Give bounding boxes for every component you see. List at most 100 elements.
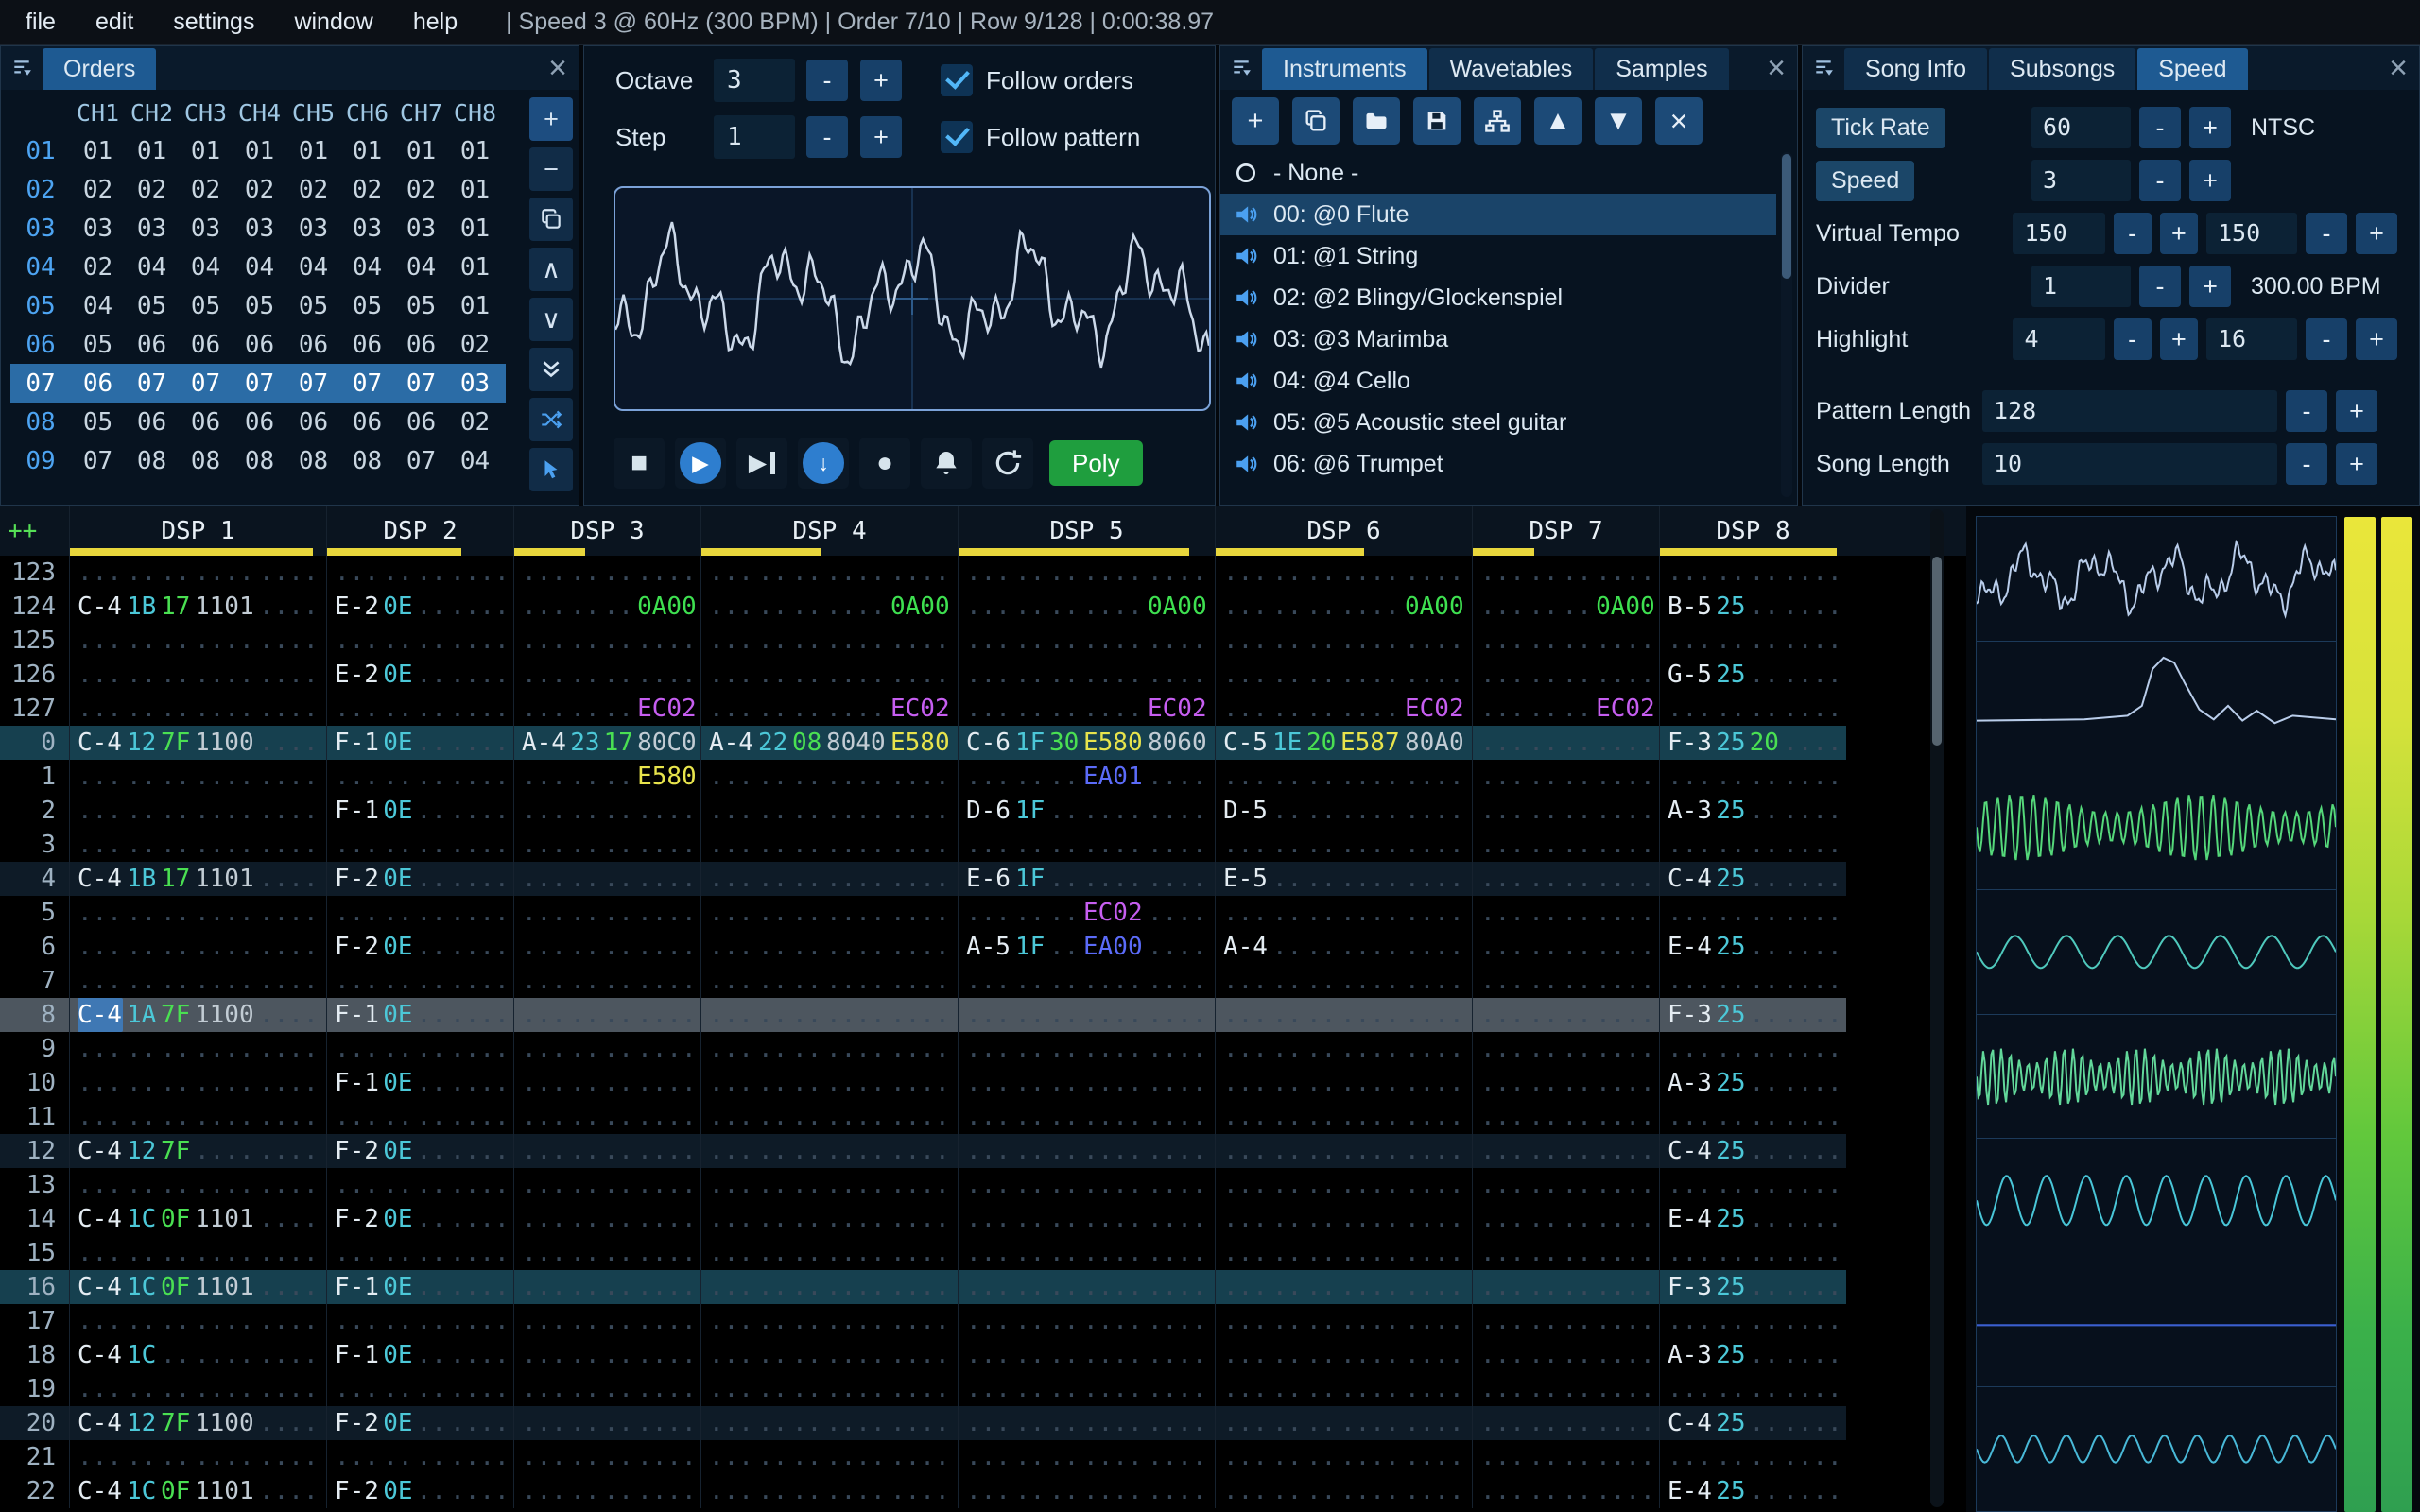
virtual-tempo-den-increase-button[interactable]: + (2356, 213, 2397, 254)
pattern-cell[interactable]: ........... (326, 1168, 513, 1202)
order-cell[interactable]: 04 (125, 253, 179, 282)
window-menu-icon[interactable] (1, 46, 43, 90)
pattern-cell[interactable]: ............... (700, 1406, 958, 1440)
pattern-cell[interactable]: C-4 1A 7F 1100.... (69, 998, 326, 1032)
order-cell[interactable]: 06 (394, 331, 448, 359)
pattern-cell[interactable]: ........... (1472, 930, 1659, 964)
pattern-cell[interactable]: ............... (1215, 1066, 1472, 1100)
order-cell[interactable]: 02 (71, 176, 125, 204)
highlight-minor-input[interactable]: 4 (2013, 318, 2105, 360)
pattern-cell[interactable]: ........... (1472, 1100, 1659, 1134)
pattern-cell[interactable]: ............... (1215, 658, 1472, 692)
pattern-cell[interactable]: A-3 25...... (1659, 794, 1846, 828)
pattern-cell[interactable]: A-3 25...... (1659, 1066, 1846, 1100)
pattern-cell[interactable]: ............... (700, 862, 958, 896)
pattern-cell[interactable]: ............... (1215, 760, 1472, 794)
pattern-cell[interactable]: ........... (513, 624, 700, 658)
pattern-cell[interactable]: ............... (69, 1032, 326, 1066)
pattern-cell[interactable]: ....... 0A00 (513, 590, 700, 624)
order-cell[interactable]: 03 (125, 215, 179, 243)
pattern-cell[interactable]: ........... (326, 1032, 513, 1066)
pattern-cell[interactable]: E-6 1F.......... (958, 862, 1215, 896)
order-cell[interactable]: 03 (179, 215, 233, 243)
pattern-cell[interactable]: ........... (1472, 1474, 1659, 1508)
pattern-cell[interactable]: ............... (700, 1202, 958, 1236)
pattern-cell[interactable]: ............... (700, 1032, 958, 1066)
pattern-cell[interactable]: ........... (1472, 1406, 1659, 1440)
pattern-cell[interactable]: D-6 1F.......... (958, 794, 1215, 828)
order-cell[interactable]: 06 (340, 331, 394, 359)
pattern-cell[interactable]: ............... (958, 964, 1215, 998)
pattern-cell[interactable]: ............... (69, 964, 326, 998)
order-cell[interactable]: 03 (448, 369, 502, 398)
channel-header-8[interactable]: DSP 8 (1659, 506, 1846, 556)
pattern-cell[interactable]: ........... EC02 (700, 692, 958, 726)
order-cell[interactable]: 01 (448, 292, 502, 320)
pattern-cell[interactable]: ........... (1659, 828, 1846, 862)
order-change-mode-button[interactable] (529, 398, 573, 441)
pattern-cell[interactable]: ........... (513, 1032, 700, 1066)
tick-rate-input[interactable]: 60 (2031, 107, 2131, 148)
pattern-cell[interactable]: F-2 0E...... (326, 1474, 513, 1508)
virtual-tempo-num-increase-button[interactable]: + (2159, 213, 2198, 254)
order-cell[interactable]: 01 (71, 137, 125, 165)
order-cell[interactable]: 06 (233, 408, 286, 437)
order-cell[interactable]: 05 (179, 292, 233, 320)
pattern-cell[interactable]: F-1 0E...... (326, 1270, 513, 1304)
window-menu-icon[interactable] (1803, 46, 1844, 90)
tab-instruments[interactable]: Instruments (1262, 48, 1427, 90)
order-row-07[interactable]: 07 06 07 07 07 07 07 07 03 (10, 364, 506, 403)
pattern-cell[interactable]: ........... (326, 1304, 513, 1338)
channel-header-6[interactable]: DSP 6 (1215, 506, 1472, 556)
pattern-cell[interactable]: ............... (1215, 998, 1472, 1032)
pattern-cell[interactable]: ........... (1472, 964, 1659, 998)
pattern-cell[interactable]: ............... (1215, 556, 1472, 590)
order-cell[interactable]: 08 (340, 447, 394, 475)
order-cell[interactable]: 05 (340, 292, 394, 320)
order-number[interactable]: 09 (10, 447, 71, 475)
pattern-cell[interactable]: ........... (513, 930, 700, 964)
pattern-cell[interactable]: ........... (1659, 1236, 1846, 1270)
pattern-cell[interactable]: ............... (69, 1168, 326, 1202)
order-cell[interactable]: 04 (71, 292, 125, 320)
order-cell[interactable]: 04 (179, 253, 233, 282)
play-pattern-button[interactable]: ▶ (736, 438, 787, 489)
pattern-cell[interactable]: ............... (958, 1134, 1215, 1168)
pattern-cell[interactable]: F-1 0E...... (326, 794, 513, 828)
pattern-cell[interactable]: E-2 0E...... (326, 590, 513, 624)
tab-subsongs[interactable]: Subsongs (1989, 48, 2136, 90)
song-length-input[interactable]: 10 (1982, 443, 2277, 485)
pattern-cell[interactable]: ........... (326, 964, 513, 998)
pattern-cell[interactable]: C-4 12 7F 1100.... (69, 1406, 326, 1440)
pattern-cell[interactable]: ........... (326, 692, 513, 726)
order-number[interactable]: 04 (10, 253, 71, 282)
order-cell[interactable]: 01 (125, 137, 179, 165)
pattern-cell[interactable]: ........... (513, 1270, 700, 1304)
order-cell[interactable]: 01 (179, 137, 233, 165)
highlight-minor-increase-button[interactable]: + (2159, 318, 2198, 360)
pattern-cell[interactable]: ........... (513, 1304, 700, 1338)
pattern-cell[interactable]: ............... (700, 1066, 958, 1100)
pattern-cell[interactable]: ............... (69, 692, 326, 726)
pattern-cell[interactable]: F-2 0E...... (326, 930, 513, 964)
pattern-cell[interactable]: ............... (958, 624, 1215, 658)
order-number[interactable]: 02 (10, 176, 71, 204)
order-cell[interactable]: 04 (233, 253, 286, 282)
pattern-cell[interactable]: ............... (1215, 896, 1472, 930)
menu-file[interactable]: file (6, 9, 76, 36)
order-cell[interactable]: 02 (233, 176, 286, 204)
instrument-list-scrollbar[interactable] (1781, 152, 1792, 497)
order-cell[interactable]: 01 (448, 137, 502, 165)
pattern-cell[interactable]: ........... EC02 (1215, 692, 1472, 726)
order-number[interactable]: 07 (10, 369, 71, 398)
pattern-cell[interactable]: ........... (513, 1134, 700, 1168)
pattern-cell[interactable]: C-4 25...... (1659, 1406, 1846, 1440)
order-cell[interactable]: 01 (286, 137, 340, 165)
pattern-cell[interactable]: ........... (1472, 726, 1659, 760)
order-number[interactable]: 08 (10, 408, 71, 437)
order-cell[interactable]: 04 (286, 253, 340, 282)
pattern-cell[interactable]: ........... (513, 658, 700, 692)
order-number[interactable]: 03 (10, 215, 71, 243)
save-instrument-button[interactable] (1413, 97, 1461, 145)
pattern-cell[interactable]: ............... (69, 556, 326, 590)
